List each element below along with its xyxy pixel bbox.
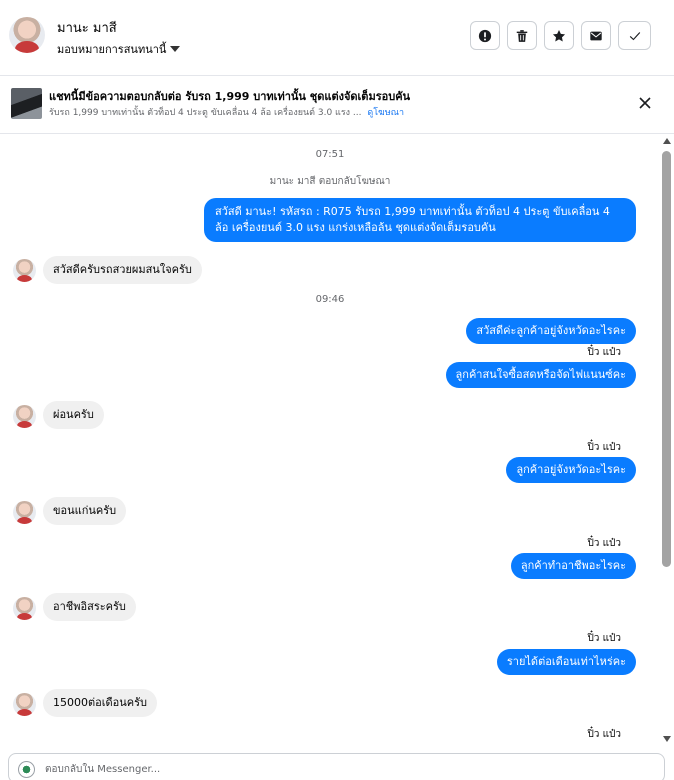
- incoming-message[interactable]: ผ่อนครับ: [43, 401, 104, 429]
- header-actions: [470, 21, 651, 50]
- incoming-message[interactable]: สวัสดีครับรถสวยผมสนใจครับ: [43, 256, 202, 284]
- mark-unread-button[interactable]: [581, 21, 611, 50]
- mark-done-button[interactable]: [618, 21, 651, 50]
- contact-avatar-small: [13, 405, 36, 428]
- outgoing-message[interactable]: รายได้ต่อเดือนเท่าไหร่คะ: [496, 649, 636, 675]
- reply-composer: [8, 753, 665, 780]
- delete-button[interactable]: [507, 21, 537, 50]
- outgoing-message[interactable]: สวัสดีค่ะลูกค้าอยู่จังหวัดอะไรคะ: [466, 318, 636, 344]
- timestamp: 09:46: [315, 294, 345, 305]
- outgoing-message[interactable]: ลูกค้าอยู่จังหวัดอะไรคะ: [506, 457, 636, 483]
- sender-name: ปิ๋ว แป๋ว: [587, 538, 621, 549]
- sender-name: ปิ๋ว แป๋ว: [587, 347, 621, 358]
- star-icon: [552, 29, 566, 42]
- contact-avatar[interactable]: [9, 17, 45, 53]
- incoming-message[interactable]: อาชีพอิสระครับ: [43, 593, 136, 621]
- contact-name[interactable]: มานะ มาสี: [57, 17, 117, 38]
- assign-conversation-dropdown[interactable]: มอบหมายการสนทนานี้: [57, 40, 181, 58]
- sender-name: ปิ๋ว แป๋ว: [587, 442, 621, 453]
- conversation-header: มานะ มาสี มอบหมายการสนทนานี้: [0, 0, 674, 76]
- close-icon[interactable]: [638, 96, 652, 110]
- outgoing-message[interactable]: สวัสดี มานะ! รหัสรถ : R075 รับรถ 1,999 บ…: [204, 198, 636, 242]
- incoming-message[interactable]: 15000ต่อเดือนครับ: [43, 689, 158, 717]
- view-ad-link[interactable]: ดูโฆษณา: [367, 108, 404, 118]
- contact-avatar-small: [13, 259, 36, 282]
- alert-icon: [478, 29, 492, 42]
- ad-subtitle: รับรถ 1,999 บาทเท่านั้น ตัวท็อป 4 ประตู …: [49, 105, 404, 119]
- ad-reply-note: มานะ มาสี ตอบกลับโฆษณา: [269, 176, 391, 187]
- ad-subtitle-text: รับรถ 1,999 บาทเท่านั้น ตัวท็อป 4 ประตู …: [49, 108, 362, 118]
- contact-avatar-small: [13, 597, 36, 620]
- ad-title: แชทนี้มีข้อความตอบกลับต่อ รับรถ 1,999 บา…: [49, 90, 411, 103]
- ad-thumbnail: [11, 88, 42, 119]
- reply-input[interactable]: [45, 760, 645, 778]
- assign-label: มอบหมายการสนทนานี้: [57, 43, 167, 56]
- check-icon: [629, 31, 640, 40]
- timestamp: 07:51: [315, 149, 345, 160]
- contact-avatar-small: [13, 501, 36, 524]
- message-thread[interactable]: 07:51 มานะ มาสี ตอบกลับโฆษณา สวัสดี มานะ…: [0, 135, 660, 745]
- page-avatar-icon: [18, 761, 35, 778]
- sender-name: ปิ๋ว แป๋ว: [587, 729, 621, 740]
- scroll-down-arrow-icon[interactable]: [663, 736, 671, 742]
- ad-reply-banner: แชทนี้มีข้อความตอบกลับต่อ รับรถ 1,999 บา…: [0, 77, 674, 134]
- contact-avatar-small: [13, 693, 36, 716]
- envelope-icon: [590, 31, 602, 40]
- trash-icon: [516, 29, 528, 42]
- sender-name: ปิ๋ว แป๋ว: [587, 633, 621, 644]
- outgoing-message[interactable]: ลูกค้าสนใจซื้อสดหรือจัดไฟแนนซ์คะ: [445, 362, 636, 388]
- outgoing-message[interactable]: ลูกค้าทำอาชีพอะไรคะ: [510, 553, 636, 579]
- caret-down-icon: [170, 46, 181, 52]
- scroll-up-arrow-icon[interactable]: [663, 138, 671, 144]
- chat-scrollbar[interactable]: [660, 135, 674, 745]
- scrollbar-thumb[interactable]: [662, 151, 671, 567]
- incoming-message[interactable]: ขอนแก่นครับ: [43, 497, 127, 525]
- star-button[interactable]: [544, 21, 574, 50]
- mark-spam-button[interactable]: [470, 21, 500, 50]
